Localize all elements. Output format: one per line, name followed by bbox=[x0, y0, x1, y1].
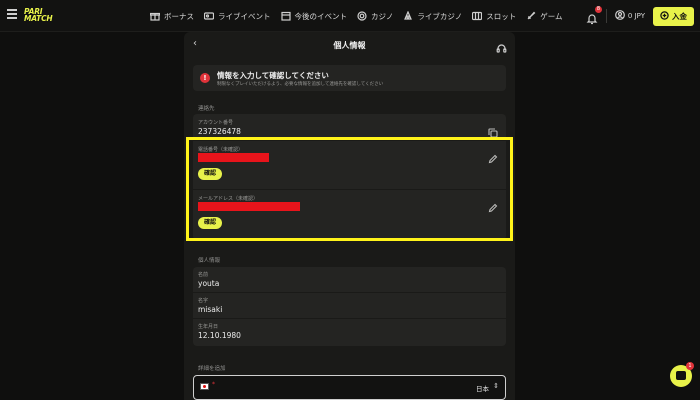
account-number-label: アカウント番号 bbox=[198, 120, 234, 126]
phone-label: 電話番号（未確認） bbox=[198, 147, 244, 153]
alert-exclamation-icon: ! bbox=[200, 73, 210, 83]
details-section-label: 詳細を追加 bbox=[198, 366, 226, 372]
divider bbox=[605, 9, 607, 23]
chat-button[interactable]: 1 bbox=[670, 362, 694, 387]
divider bbox=[193, 292, 506, 293]
chat-badge: 1 bbox=[686, 362, 694, 370]
dob-value: 12.10.1980 bbox=[198, 331, 241, 340]
divider bbox=[193, 318, 506, 319]
balance-display[interactable]: 0 JPY bbox=[615, 10, 645, 22]
email-label: メールアドレス（未確認） bbox=[198, 196, 259, 202]
dob-label: 生年月日 bbox=[198, 324, 219, 330]
rocket-icon bbox=[526, 11, 536, 21]
support-headset-icon[interactable] bbox=[496, 39, 507, 53]
japan-flag-icon bbox=[200, 383, 209, 390]
nav-item-live-casino[interactable]: ライブカジノ bbox=[403, 10, 462, 22]
main-nav: ボーナス ライブイベント 今後のイベント カジノ ライブカジノ スロット ゲーム bbox=[149, 0, 563, 32]
nav-item-bonus[interactable]: ボーナス bbox=[149, 11, 194, 22]
notification-badge: 8 bbox=[594, 6, 602, 13]
nav-item-games[interactable]: ゲーム bbox=[526, 11, 563, 22]
confirm-phone-button[interactable]: 確認 bbox=[198, 168, 223, 180]
divider bbox=[193, 189, 506, 190]
last-name-value: misaki bbox=[198, 305, 223, 314]
contact-section-label: 連絡先 bbox=[198, 106, 215, 112]
first-name-value: youta bbox=[198, 279, 220, 288]
bell-icon bbox=[586, 10, 598, 29]
top-navigation-bar: PARI MATCH ボーナス ライブイベント 今後のイベント カジノ ライブカ… bbox=[0, 0, 700, 32]
personal-card: 名前 youta 名字 misaki 生年月日 12.10.1980 bbox=[193, 267, 506, 346]
casino-chip-icon bbox=[357, 11, 367, 21]
chat-bubble-icon bbox=[676, 371, 686, 380]
gift-icon bbox=[149, 11, 161, 21]
nav-item-live-events[interactable]: ライブイベント bbox=[203, 11, 271, 22]
required-asterisk: * bbox=[212, 381, 215, 388]
first-name-label: 名前 bbox=[198, 272, 209, 278]
live-event-icon bbox=[203, 11, 215, 21]
country-select-value: 日本 bbox=[476, 385, 489, 393]
calendar-icon bbox=[280, 11, 291, 21]
edit-email-pencil-icon[interactable] bbox=[488, 198, 498, 213]
notification-button[interactable]: 8 bbox=[586, 6, 602, 25]
nav-item-slots[interactable]: スロット bbox=[472, 11, 516, 22]
verification-alert: ! 情報を入力して確認してください 制限なくプレイいただけるよう、必要な情報を追… bbox=[193, 65, 506, 91]
personal-section-label: 個人情報 bbox=[198, 258, 221, 264]
nav-item-upcoming-events[interactable]: 今後のイベント bbox=[280, 11, 347, 22]
divider bbox=[193, 140, 506, 141]
user-icon bbox=[615, 10, 625, 22]
page-title: 個人情報 bbox=[333, 41, 366, 50]
copy-icon[interactable] bbox=[488, 123, 498, 138]
deposit-button[interactable]: 入金 bbox=[653, 6, 694, 26]
personal-info-panel: ‹ 個人情報 ! 情報を入力して確認してください 制限なくプレイいただけるよう、… bbox=[184, 32, 515, 400]
panel-header: ‹ 個人情報 bbox=[184, 32, 515, 58]
account-number-value: 237326478 bbox=[198, 127, 241, 136]
last-name-label: 名字 bbox=[198, 298, 209, 304]
edit-phone-pencil-icon[interactable] bbox=[488, 149, 498, 164]
menu-icon[interactable] bbox=[7, 9, 17, 19]
email-value-redacted bbox=[198, 202, 300, 211]
phone-value-redacted bbox=[198, 153, 269, 162]
alert-subtitle: 制限なくプレイいただけるよう、必要な情報を追加して連絡先を確認してください bbox=[217, 82, 384, 87]
chevron-updown-icon: ⇕ bbox=[493, 382, 499, 390]
nav-item-casino[interactable]: カジノ bbox=[357, 11, 393, 22]
account-area: 8 0 JPY 入金 bbox=[586, 0, 694, 32]
plus-circle-icon bbox=[660, 10, 669, 22]
live-casino-icon bbox=[403, 10, 413, 21]
confirm-email-button[interactable]: 確認 bbox=[198, 217, 223, 229]
slot-icon bbox=[472, 11, 483, 21]
parimatch-logo[interactable]: PARI MATCH bbox=[24, 8, 64, 24]
contact-card: アカウント番号 237326478 電話番号（未確認） 確認 メールアドレス（未… bbox=[193, 114, 506, 240]
alert-title: 情報を入力して確認してください bbox=[217, 71, 329, 80]
country-select[interactable]: * 日本 ⇕ bbox=[193, 375, 506, 400]
